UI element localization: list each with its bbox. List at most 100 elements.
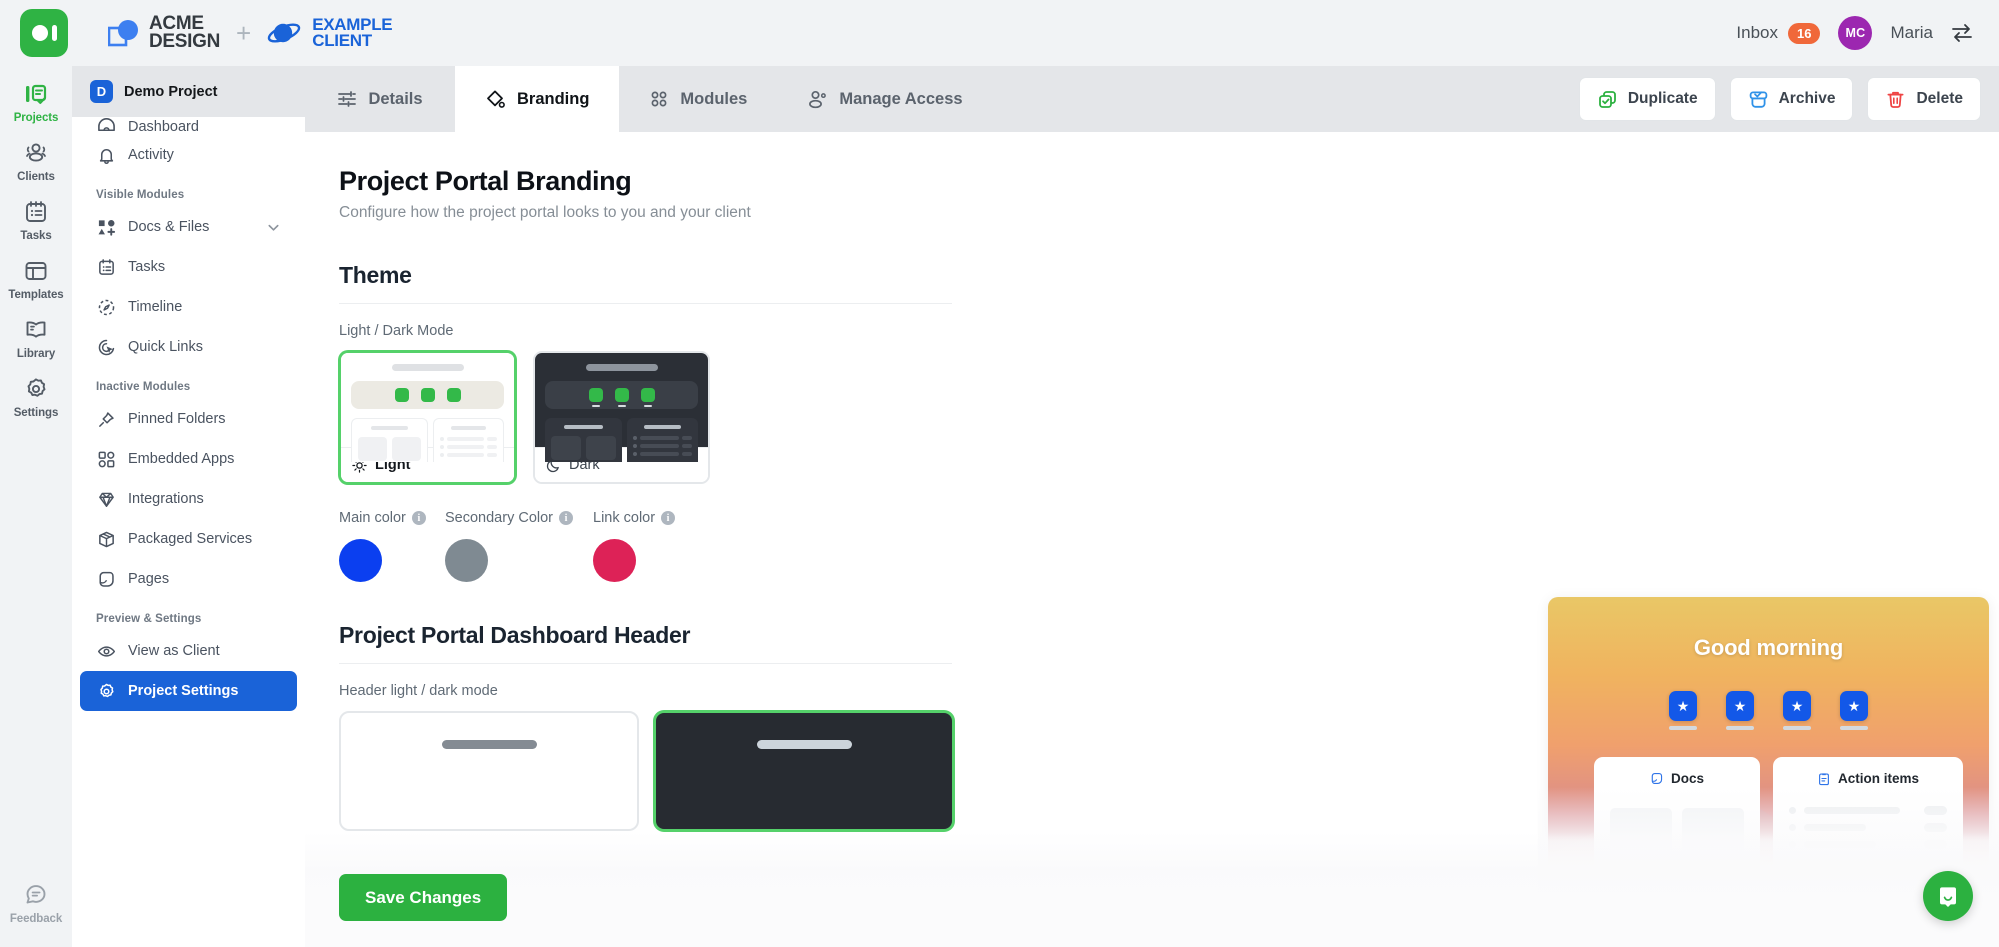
user-name[interactable]: Maria — [1890, 23, 1933, 43]
docs-files-icon — [96, 217, 116, 237]
settings-icon — [96, 681, 116, 701]
save-bar: Save Changes — [339, 874, 507, 921]
embedded-apps-icon — [96, 449, 116, 469]
chevron-down-icon[interactable] — [266, 220, 281, 235]
nav-item-label: Pinned Folders — [128, 411, 226, 427]
copilot-logo[interactable] — [20, 9, 68, 57]
duplicate-icon — [1597, 89, 1618, 110]
page-subtitle: Configure how the project portal looks t… — [339, 204, 1999, 222]
agency-brand[interactable]: ACME DESIGN — [108, 15, 220, 52]
sidebar-item-label: Projects — [14, 112, 59, 124]
info-icon[interactable]: i — [412, 511, 426, 525]
nav-item-packaged-services[interactable]: Packaged Services — [80, 519, 297, 559]
sidebar-item-tasks[interactable]: Tasks — [0, 190, 72, 249]
sidebar-item-templates[interactable]: Templates — [0, 249, 72, 308]
avatar[interactable]: MC — [1838, 16, 1872, 50]
section-preview-settings: Preview & Settings — [72, 599, 305, 631]
plus-separator: + — [236, 18, 251, 49]
acme-mark-icon — [108, 19, 140, 47]
theme-option-light[interactable]: Light — [339, 351, 516, 484]
switch-account-icon[interactable] — [1951, 23, 1973, 43]
feedback-button[interactable]: Feedback — [0, 873, 72, 947]
client-brand[interactable]: EXAMPLE CLIENT — [267, 17, 392, 50]
nav-item-label: Quick Links — [128, 339, 203, 355]
tab-label: Modules — [680, 90, 747, 109]
tab-manage-access[interactable]: Manage Access — [777, 66, 992, 132]
preview-panels — [351, 418, 504, 462]
section-visible-modules: Visible Modules — [72, 175, 305, 207]
tab-details[interactable]: Details — [305, 66, 455, 132]
header-dark-option[interactable] — [654, 711, 954, 831]
main-color-field: Main color i — [339, 510, 445, 582]
preview-chip — [421, 388, 435, 402]
info-icon[interactable]: i — [661, 511, 675, 525]
doc-tile — [1610, 878, 1672, 917]
secondary-color-swatch[interactable] — [445, 539, 488, 582]
nav-item-timeline[interactable]: Timeline — [80, 287, 297, 327]
section-inactive-modules: Inactive Modules — [72, 367, 305, 399]
sidebar-item-settings[interactable]: Settings — [0, 367, 72, 426]
nav-item-embedded-apps[interactable]: Embedded Apps — [80, 439, 297, 479]
header-preview-bar — [757, 740, 852, 749]
settings-icon — [23, 376, 49, 402]
main-color-label-row: Main color i — [339, 510, 445, 526]
main-color-swatch[interactable] — [339, 539, 382, 582]
nav-item-pinned-folders[interactable]: Pinned Folders — [80, 399, 297, 439]
logo-dot — [32, 25, 48, 41]
chat-bubble-button[interactable] — [1923, 871, 1973, 921]
preview-panel-right — [433, 418, 504, 462]
primary-nav-rail: Projects Clients — [0, 66, 72, 947]
nav-item-label: Packaged Services — [128, 531, 252, 547]
manage-access-icon — [807, 89, 828, 110]
tab-branding[interactable]: Branding — [455, 66, 619, 132]
link-color-swatch[interactable] — [593, 539, 636, 582]
nav-item-quick-links[interactable]: Quick Links — [80, 327, 297, 367]
sidebar-item-label: Templates — [8, 289, 63, 301]
nav-item-tasks[interactable]: Tasks — [80, 247, 297, 287]
tab-bar: Details Branding — [305, 66, 1999, 132]
sidebar-item-clients[interactable]: Clients — [0, 131, 72, 190]
delete-button[interactable]: Delete — [1867, 77, 1981, 121]
planet-icon — [267, 19, 303, 47]
dashboard-icon — [96, 117, 116, 135]
nav-item-pages[interactable]: Pages — [80, 559, 297, 599]
client-brand-line2: CLIENT — [312, 33, 392, 49]
feedback-icon — [23, 882, 49, 908]
header-mode-label: Header light / dark mode — [339, 683, 1999, 699]
sidebar-item-library[interactable]: Library — [0, 308, 72, 367]
main-panel: Details Branding — [305, 66, 1999, 947]
tab-modules[interactable]: Modules — [619, 66, 777, 132]
bell-icon — [96, 145, 116, 165]
tab-actions: Duplicate Archive — [1579, 66, 1981, 132]
nav-item-docs-files[interactable]: Docs & Files — [80, 207, 297, 247]
nav-item-project-settings[interactable]: Project Settings — [80, 671, 297, 711]
section-divider — [339, 663, 952, 664]
inbox-label: Inbox — [1736, 23, 1778, 43]
info-icon[interactable]: i — [559, 511, 573, 525]
inbox-button[interactable]: Inbox 16 — [1736, 23, 1820, 44]
duplicate-button[interactable]: Duplicate — [1579, 77, 1716, 121]
nav-item-label: Pages — [128, 571, 169, 587]
nav-item-dashboard[interactable]: Dashboard — [80, 117, 297, 135]
project-header[interactable]: D Demo Project — [72, 66, 305, 117]
modules-icon — [649, 89, 669, 109]
sidebar-item-projects[interactable]: Projects — [0, 72, 72, 131]
nav-item-label: Activity — [128, 147, 174, 163]
nav-item-integrations[interactable]: Integrations — [80, 479, 297, 519]
preview-chip — [615, 388, 629, 402]
nav-item-label: Timeline — [128, 299, 182, 315]
nav-item-view-as-client[interactable]: View as Client — [80, 631, 297, 671]
archive-icon — [1748, 89, 1769, 110]
brand-group: ACME DESIGN + EXAMPLE CLIENT — [108, 15, 392, 52]
light-dark-mode-label: Light / Dark Mode — [339, 323, 1999, 339]
color-label: Main color — [339, 510, 406, 526]
nav-item-activity[interactable]: Activity — [80, 135, 297, 175]
archive-button[interactable]: Archive — [1730, 77, 1854, 121]
action-item-row — [1789, 840, 1947, 849]
header-light-option[interactable] — [339, 711, 639, 831]
theme-section-title: Theme — [339, 262, 1999, 289]
save-button[interactable]: Save Changes — [339, 874, 507, 921]
preview-chip — [641, 388, 655, 402]
client-brand-text: EXAMPLE CLIENT — [312, 17, 392, 50]
theme-option-dark[interactable]: Dark — [533, 351, 710, 484]
